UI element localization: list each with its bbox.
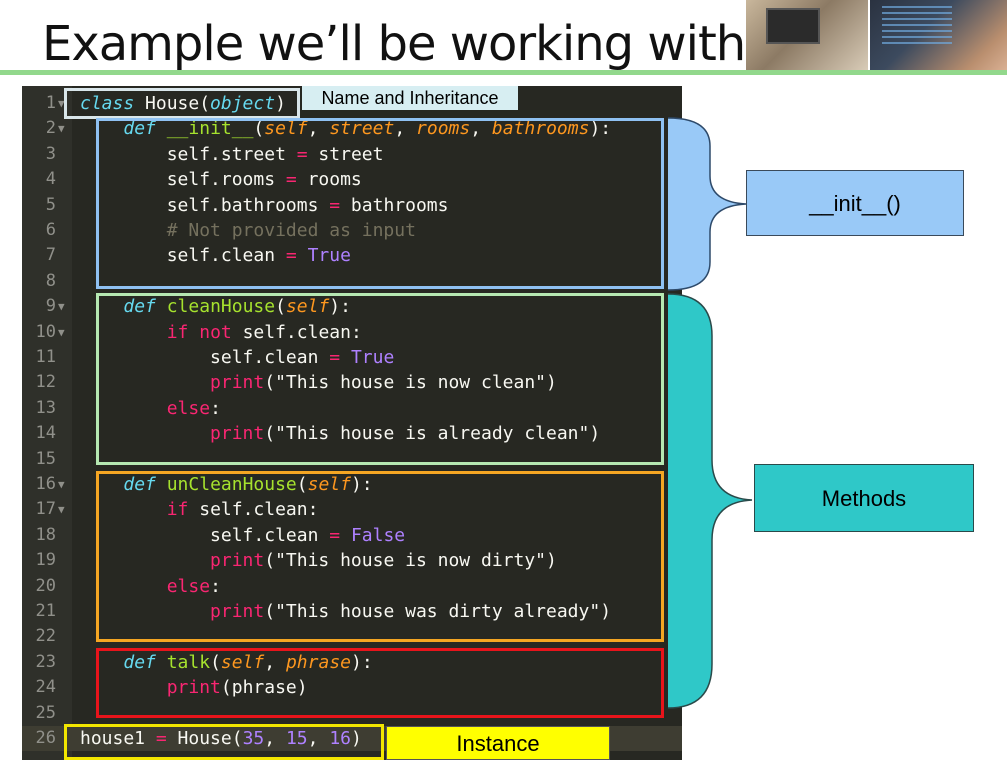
name-inheritance-label: Name and Inheritance bbox=[302, 86, 518, 110]
clean-house-method-box bbox=[96, 293, 664, 465]
line-number: 9 bbox=[45, 296, 56, 317]
line-number: 21 bbox=[35, 601, 56, 621]
fold-arrow-icon[interactable]: ▼ bbox=[58, 320, 65, 345]
line-number: 17 bbox=[35, 499, 56, 520]
instance-line-box bbox=[64, 724, 384, 760]
line-number: 14 bbox=[35, 423, 56, 444]
line-number: 2 bbox=[45, 118, 56, 139]
coding-photo bbox=[870, 0, 1007, 70]
title-underline bbox=[0, 70, 1007, 75]
line-number: 25 bbox=[35, 702, 56, 723]
init-method-box bbox=[96, 118, 664, 289]
line-number: 13 bbox=[35, 397, 56, 418]
line-number: 16 bbox=[35, 474, 56, 494]
fold-arrow-icon[interactable]: ▼ bbox=[58, 294, 65, 319]
line-number: 8 bbox=[45, 270, 56, 291]
line-number: 10 bbox=[35, 321, 56, 342]
fold-arrow-icon[interactable]: ▼ bbox=[58, 497, 65, 522]
line-number: 19 bbox=[35, 550, 56, 571]
init-label: __init__() bbox=[746, 170, 964, 236]
line-number: 24 bbox=[35, 677, 56, 698]
code-screen-icon bbox=[882, 6, 952, 46]
class-declaration-box bbox=[64, 88, 300, 119]
talk-method-box bbox=[96, 648, 664, 718]
fold-arrow-icon[interactable]: ▼ bbox=[58, 116, 65, 141]
line-number: 22 bbox=[35, 626, 56, 647]
init-brace bbox=[667, 117, 747, 291]
unclean-house-method-box bbox=[96, 471, 664, 642]
methods-label: Methods bbox=[754, 464, 974, 532]
line-number: 23 bbox=[35, 651, 56, 672]
laptop-photo bbox=[746, 0, 868, 70]
line-number: 7 bbox=[45, 245, 56, 266]
line-number: 1 bbox=[45, 93, 56, 113]
line-number: 20 bbox=[35, 575, 56, 596]
line-number: 15 bbox=[35, 448, 56, 469]
line-number: 12 bbox=[35, 372, 56, 393]
slide-title: Example we’ll be working with! bbox=[42, 16, 764, 72]
line-number: 3 bbox=[45, 143, 56, 164]
line-number: 11 bbox=[35, 347, 56, 367]
fold-arrow-icon[interactable]: ▼ bbox=[58, 472, 65, 497]
methods-brace bbox=[667, 293, 753, 709]
instance-label: Instance bbox=[386, 726, 610, 760]
line-number: 5 bbox=[45, 194, 56, 215]
laptop-icon bbox=[766, 8, 820, 44]
line-number: 4 bbox=[45, 169, 56, 190]
line-number: 6 bbox=[45, 220, 56, 240]
line-number: 26 bbox=[35, 728, 56, 748]
line-number: 18 bbox=[35, 524, 56, 545]
